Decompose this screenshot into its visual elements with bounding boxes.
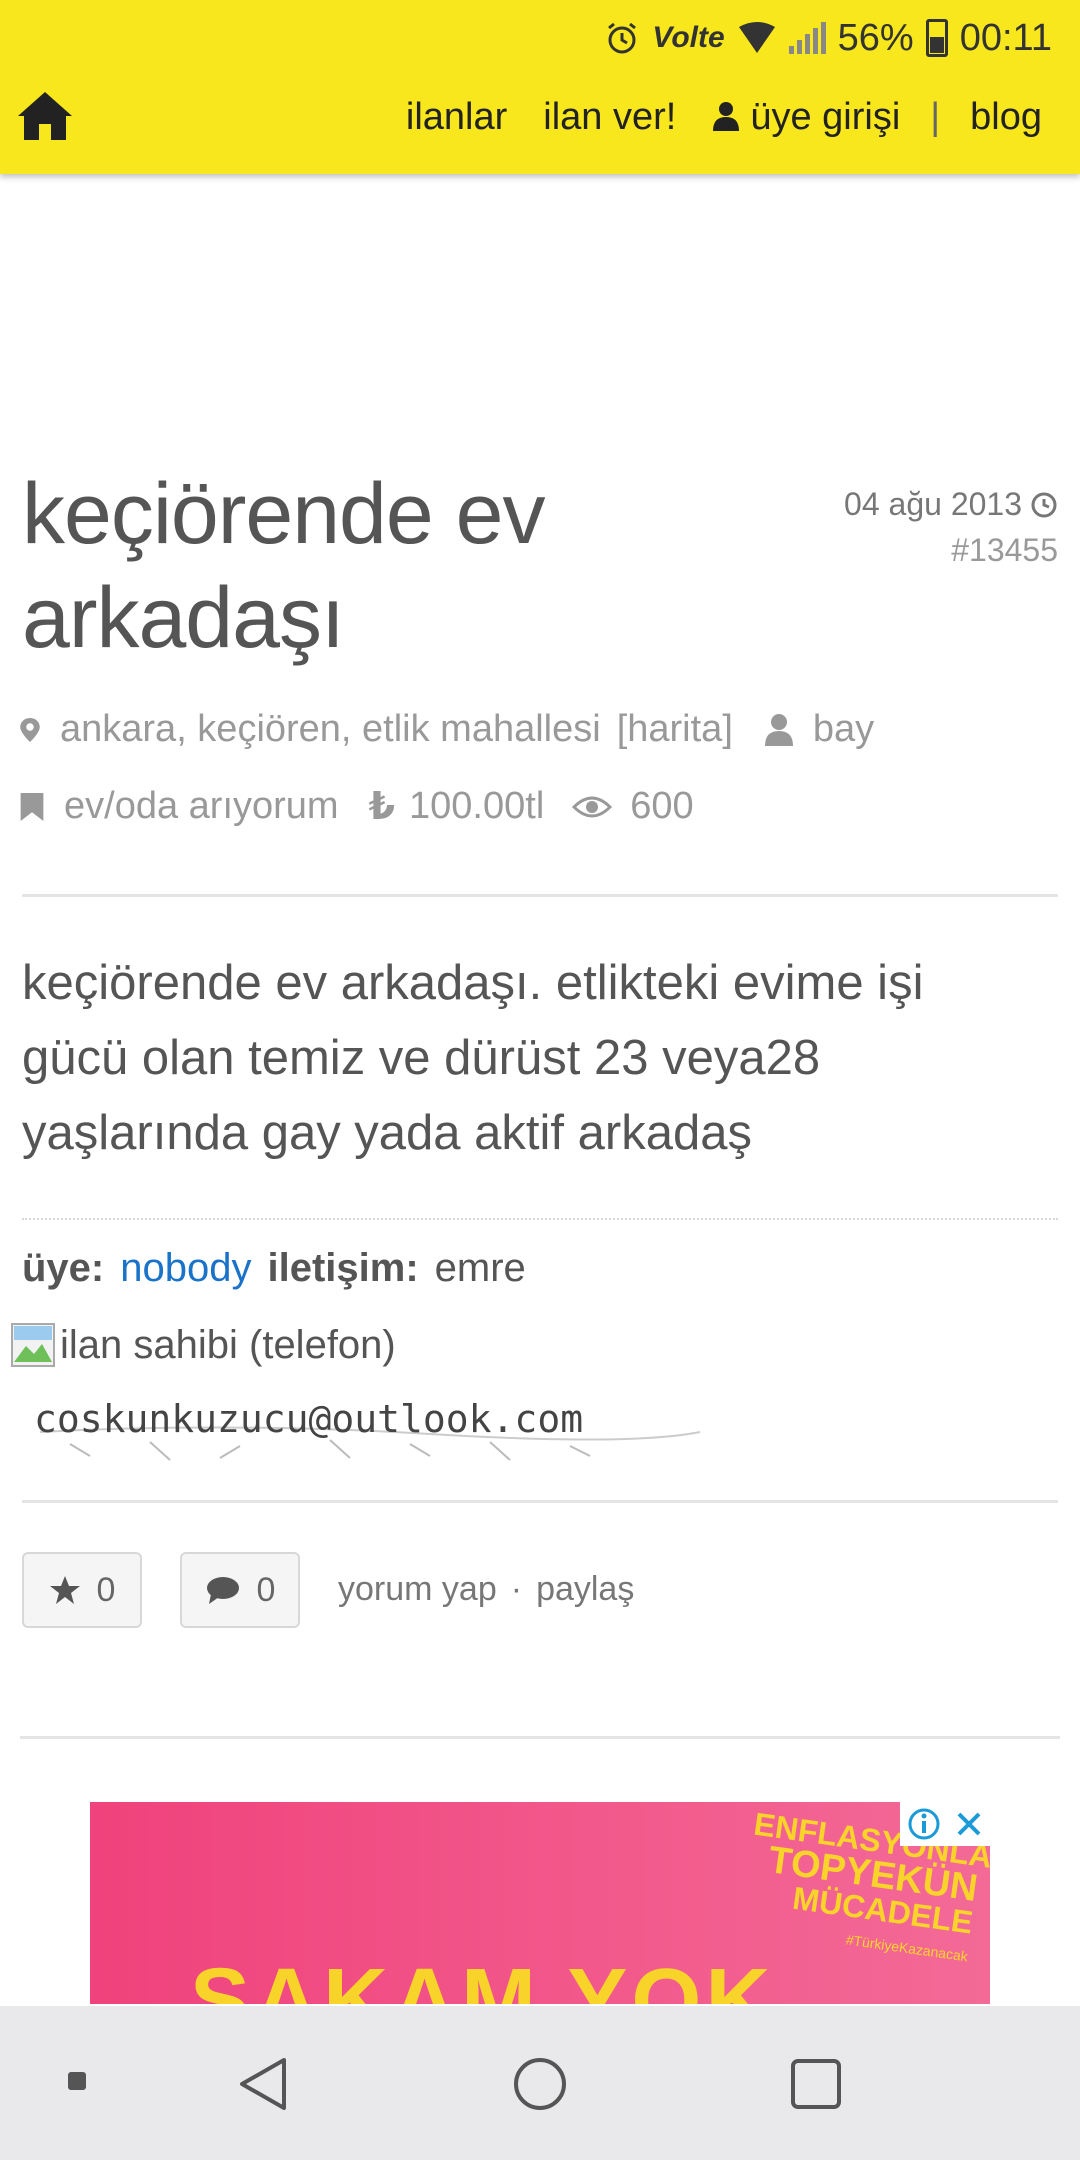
- listing-description: keçiörende ev arkadaşı. etlikteki evime …: [22, 956, 924, 1160]
- comments-count: 0: [256, 1570, 276, 1609]
- map-marker-icon: [20, 717, 40, 742]
- clock: 00:11: [959, 16, 1052, 59]
- divider: [20, 1736, 1060, 1739]
- bookmark-icon: [20, 792, 44, 821]
- email-image: coskunkuzucu@outlook.com: [34, 1397, 701, 1461]
- phone-image: ilan sahibi (telefon): [10, 1322, 396, 1368]
- nav-blog[interactable]: blog: [970, 96, 1042, 139]
- ad-banner[interactable]: ENFLASYONLA TOPYEKÜN MÜCADELE #TürkiyeKa…: [90, 1802, 990, 2004]
- listing-title: keçiörende ev arkadaşı: [22, 466, 545, 666]
- listing-id: #13455: [951, 532, 1058, 568]
- back-icon[interactable]: [236, 2056, 290, 2112]
- lira-icon: ₺: [368, 786, 396, 828]
- recents-icon[interactable]: [790, 2058, 842, 2110]
- dot-separator: ·: [510, 1570, 523, 1608]
- share-link[interactable]: paylaş: [536, 1570, 634, 1609]
- meta-row-location: ankara, keçiören, etlik mahallesi [harit…: [18, 708, 874, 751]
- clock-icon: [1031, 492, 1057, 517]
- user-icon: [713, 102, 740, 131]
- volte-label: Volte: [652, 21, 725, 54]
- favorite-count: 0: [96, 1570, 116, 1609]
- main-nav: ilanlar ilan ver! üye girişi | blog: [370, 96, 1042, 139]
- user-icon: [764, 713, 793, 746]
- menu-dot-icon[interactable]: [66, 2070, 88, 2092]
- nav-post-listing[interactable]: ilan ver!: [543, 96, 676, 139]
- comments-button[interactable]: 0: [180, 1552, 300, 1628]
- member-link[interactable]: nobody: [120, 1246, 251, 1291]
- contact-label: iletişim:: [267, 1246, 419, 1290]
- status-bar: Volte 56% 00:11: [604, 14, 1052, 62]
- gender-text: bay: [812, 708, 875, 750]
- listing-date: 04 ağu 2013: [844, 486, 1058, 523]
- comment-icon: [206, 1577, 239, 1604]
- phone-alt-text: ilan sahibi (telefon): [60, 1322, 396, 1367]
- nav-login-label: üye girişi: [750, 96, 901, 138]
- favorite-button[interactable]: 0: [22, 1552, 142, 1628]
- category-text: ev/oda arıyorum: [64, 785, 339, 827]
- ad-choices[interactable]: [900, 1802, 990, 1846]
- location-text: ankara, keçiören, etlik mahallesi: [60, 708, 601, 750]
- divider: [22, 1500, 1058, 1503]
- eye-icon: [572, 796, 613, 817]
- views-text: 600: [630, 785, 694, 827]
- battery-percent: 56%: [837, 16, 914, 59]
- system-nav-bar: [0, 2006, 1080, 2160]
- star-icon: [49, 1576, 80, 1604]
- map-link[interactable]: [harita]: [617, 708, 733, 751]
- member-label: üye:: [22, 1246, 105, 1290]
- email-text: coskunkuzucu@outlook.com: [34, 1397, 583, 1441]
- wifi-icon: [738, 22, 775, 53]
- broken-image-icon: [11, 1323, 55, 1367]
- close-icon[interactable]: [954, 1809, 984, 1839]
- nav-login[interactable]: üye girişi: [712, 96, 900, 139]
- nav-listings[interactable]: ilanlar: [406, 96, 507, 139]
- top-header: Volte 56% 00:11 ilanlar ilan ver! üye gi…: [0, 0, 1080, 174]
- price-text: 100.00tl: [409, 785, 545, 827]
- battery-icon: [925, 19, 948, 57]
- action-links: yorum yap · paylaş: [338, 1570, 634, 1609]
- nav-separator: |: [930, 96, 941, 138]
- divider: [22, 894, 1058, 897]
- home-circle-icon[interactable]: [512, 2056, 568, 2112]
- contact-name: emre: [434, 1246, 526, 1290]
- home-icon[interactable]: [14, 88, 76, 144]
- date-text: 04 ağu 2013: [844, 486, 1022, 522]
- comment-link[interactable]: yorum yap: [338, 1570, 497, 1609]
- signal-icon: [788, 22, 826, 54]
- meta-row-category: ev/oda arıyorum ₺ 100.00tl 600: [18, 784, 694, 829]
- alarm-icon: [608, 22, 637, 54]
- owner-info: üye: nobody iletişim: emre: [22, 1246, 526, 1291]
- ad-headline: ŞAKAM YOK: [190, 1951, 775, 2004]
- divider-dotted: [22, 1218, 1058, 1220]
- info-icon[interactable]: [907, 1807, 941, 1841]
